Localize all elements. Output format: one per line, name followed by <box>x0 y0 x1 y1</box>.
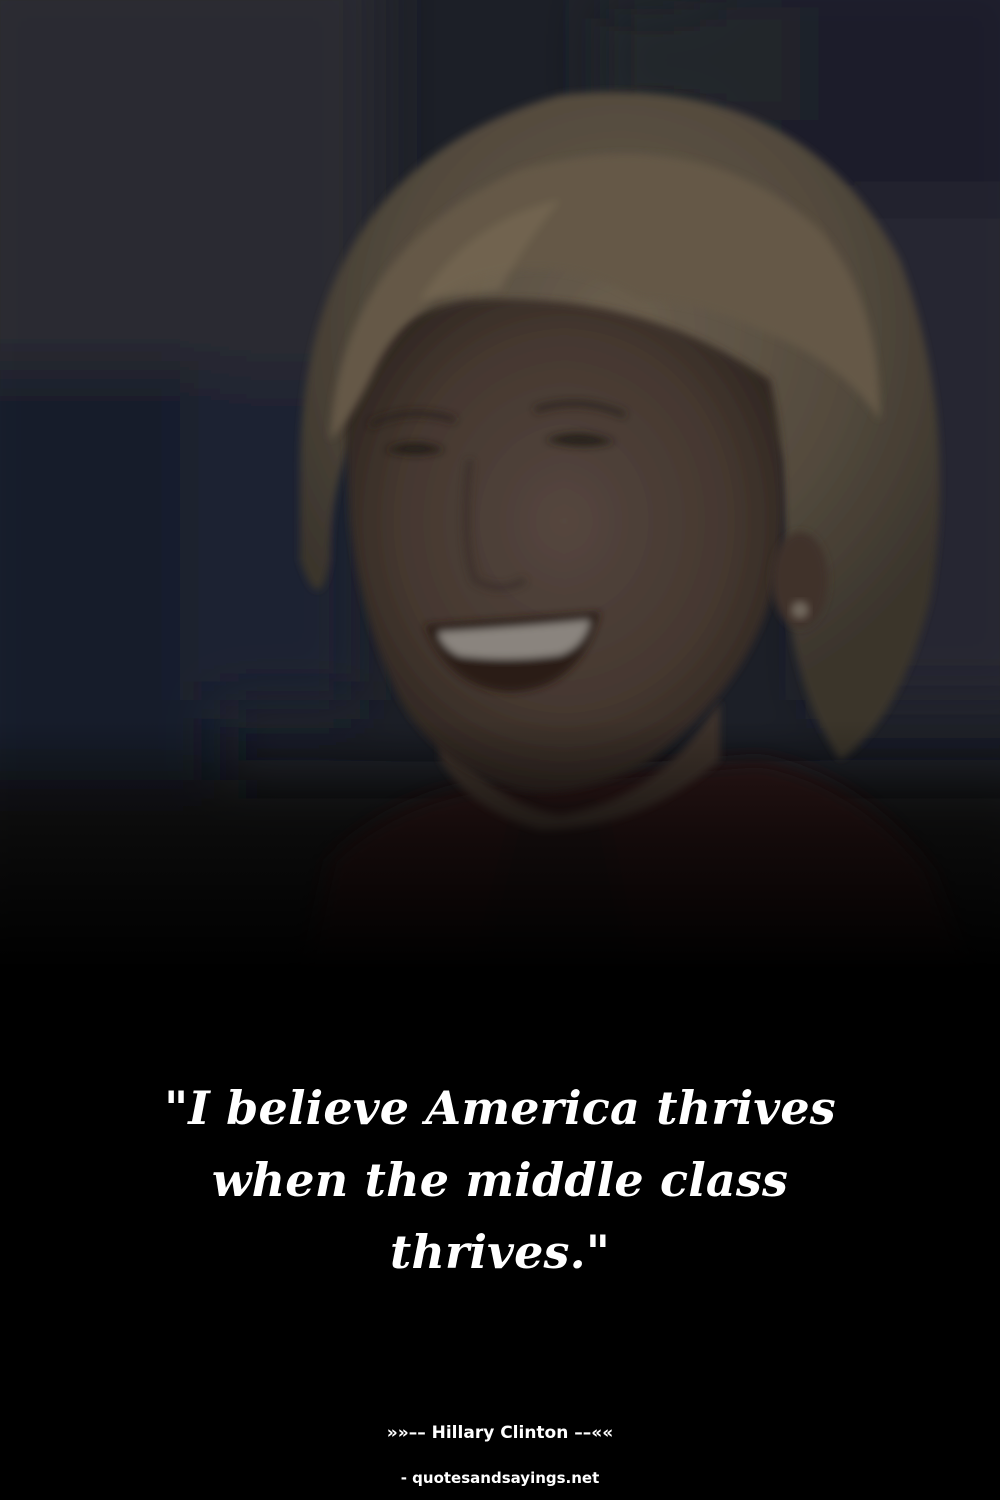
source-credit: - quotesandsayings.net <box>400 1469 600 1487</box>
author-attribution: »»–– Hillary Clinton ––«« <box>386 1423 614 1443</box>
quote-poster: "I believe America thrives when the midd… <box>0 0 1000 1500</box>
portrait-photo <box>0 0 1000 1000</box>
photo-fade-overlay <box>0 0 1000 1000</box>
quote-text: "I believe America thrives when the midd… <box>164 1081 836 1279</box>
